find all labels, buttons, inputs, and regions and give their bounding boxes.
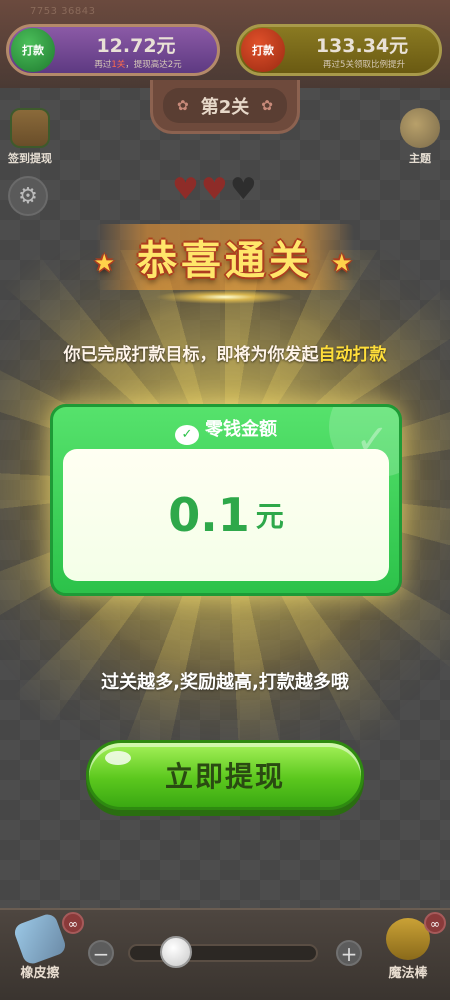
pill-note-prefix: 再过 (94, 60, 112, 70)
button-gloss (105, 751, 131, 765)
pill-amount: 12.72元 (96, 35, 176, 57)
theme-button[interactable]: 主题 (390, 108, 450, 166)
wand-count-badge: ∞ (424, 912, 446, 934)
pill-icon-label: 打款 (252, 44, 274, 57)
palette-icon (400, 108, 440, 148)
star-icon: ★ (93, 249, 120, 277)
checkin-button[interactable]: 签到提现 (0, 108, 60, 166)
wechat-icon: ✓ (175, 425, 199, 445)
eraser-tool-button[interactable]: 橡皮擦 (10, 911, 70, 981)
zoom-slider-knob[interactable] (159, 936, 192, 968)
eraser-icon (12, 911, 68, 967)
theme-label: 主题 (409, 152, 431, 165)
pill-note: 再过5关领取比例提升 (323, 60, 405, 70)
lives: ♥♥♥ (172, 172, 259, 207)
cash-pill-right[interactable]: 打款 133.34元 再过5关领取比例提升 (236, 24, 442, 76)
pill-note-suffix: ，提现高达2元 (125, 60, 182, 70)
checkin-label: 签到提现 (8, 152, 52, 165)
zoom-out-button[interactable]: − (88, 940, 114, 966)
amount-unit: 元 (255, 500, 284, 533)
gear-icon[interactable]: ⚙ (8, 176, 48, 216)
level-tab: ✿ 第2关 ✿ (150, 80, 300, 134)
cash-pill-left[interactable]: 打款 12.72元 再过1关，提现高达2元 (6, 24, 220, 76)
subtitle-accent: 自动打款 (318, 345, 387, 365)
pill-note: 再过1关，提现高达2元 (63, 58, 213, 70)
level-label: 第2关 (200, 96, 250, 118)
withdraw-now-button[interactable]: 立即提现 (86, 740, 364, 810)
dialog-subtitle: 你已完成打款目标，即将为你发起自动打款 (0, 340, 450, 365)
heart-empty-icon: ♥ (229, 172, 259, 207)
heart-icon: ♥ (200, 172, 230, 207)
pill-icon-label: 打款 (22, 44, 44, 57)
eraser-label: 橡皮擦 (20, 966, 60, 981)
pill-note-highlight: 1关 (111, 60, 126, 70)
calendar-icon (10, 108, 50, 148)
flower-icon: ✿ (261, 97, 273, 114)
user-id: 7753 36843 (30, 6, 96, 17)
yuan-calendar-icon: 打款 (241, 28, 285, 72)
card-header-label: 零钱金额 (205, 419, 277, 440)
eraser-count-badge: ∞ (62, 912, 84, 934)
wechat-cash-icon: 打款 (11, 28, 55, 72)
reward-tip: 过关越多,奖励越高,打款越多哦 (101, 672, 349, 693)
card-header: ✓ 零钱金额 (53, 415, 399, 445)
pill-amount: 133.34元 (315, 35, 409, 57)
flower-icon: ✿ (177, 97, 189, 114)
zoom-in-button[interactable]: + (336, 940, 362, 966)
wand-label: 魔法棒 (388, 966, 428, 981)
balance-card: ✓ ✓ 零钱金额 0.1 元 (50, 404, 402, 596)
zoom-slider[interactable] (128, 944, 318, 962)
subtitle-main: 你已完成打款目标，即将为你发起 (63, 345, 319, 365)
level-indicator: ✿ 第2关 ✿ (163, 88, 287, 123)
heart-icon: ♥ (172, 172, 201, 207)
amount-value: 0.1 (168, 488, 250, 542)
withdraw-now-label: 立即提现 (164, 760, 285, 793)
light-flare (155, 290, 295, 304)
dialog-title-text: 恭喜通关 (137, 238, 313, 284)
amount-panel: 0.1 元 (63, 449, 389, 581)
dialog-title: ★ 恭喜通关 ★ (0, 228, 450, 286)
star-icon: ★ (330, 249, 357, 277)
